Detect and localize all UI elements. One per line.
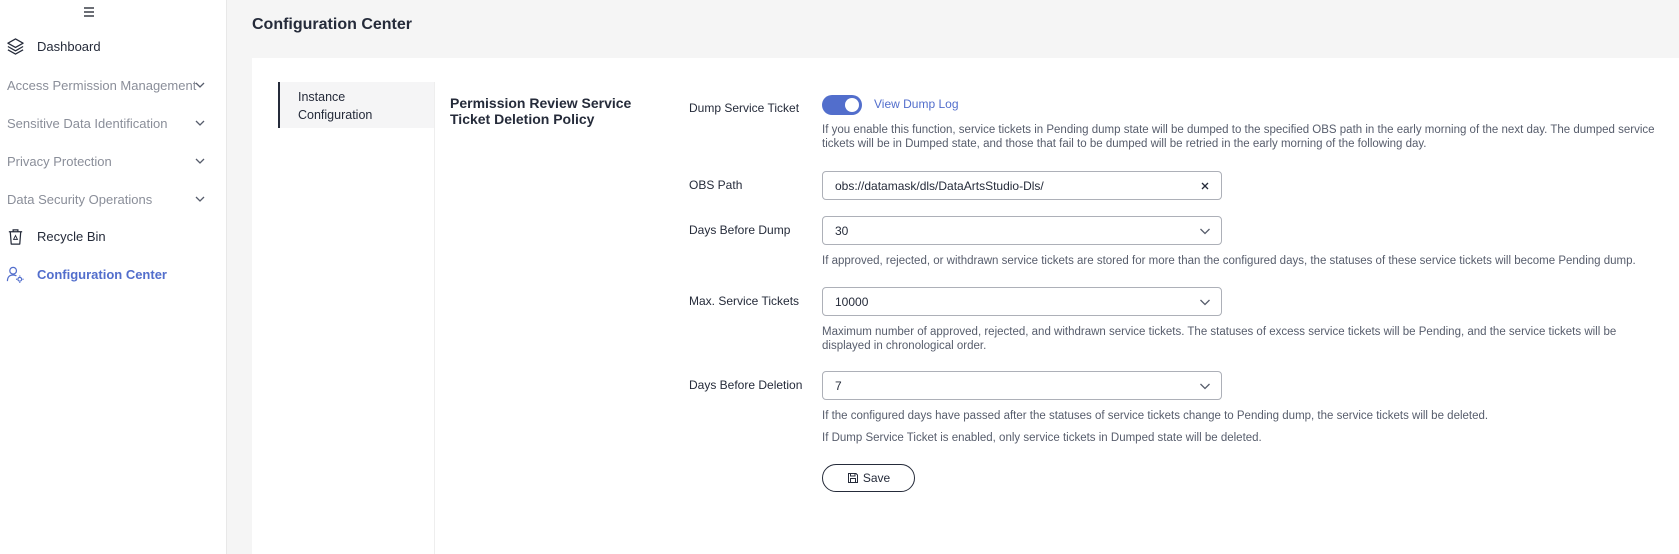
max-tickets-select[interactable]: 10000 (822, 287, 1222, 316)
recycle-bin-icon (8, 229, 23, 245)
sidebar-item-privacy-protection[interactable]: Privacy Protection (0, 146, 226, 176)
sidebar-item-label: Dashboard (37, 38, 101, 54)
days-before-deletion-help-dumped: If Dump Service Ticket is enabled, only … (822, 432, 1262, 444)
days-before-dump-help: If approved, rejected, or withdrawn serv… (822, 255, 1636, 267)
chevron-down-icon (195, 196, 205, 202)
divider (434, 82, 435, 554)
sidebar-item-label: Recycle Bin (37, 228, 106, 244)
sidebar-item-label: Data Security Operations (7, 191, 153, 207)
sub-nav-label: Instance Configuration (298, 90, 373, 122)
sidebar-item-label: Access Permission Management (7, 77, 197, 93)
section-title: Permission Review Service Ticket Deletio… (450, 95, 632, 127)
chevron-down-icon (1200, 383, 1210, 390)
max-tickets-label: Max. Service Tickets (689, 294, 800, 308)
page-title: Configuration Center (252, 16, 412, 33)
menu-collapse-icon[interactable] (83, 6, 97, 18)
sidebar-item-data-security-ops[interactable]: Data Security Operations (0, 184, 226, 214)
dump-ticket-label: Dump Service Ticket (689, 101, 800, 115)
config-center-icon (6, 266, 24, 284)
days-before-deletion-select[interactable]: 7 (822, 371, 1222, 400)
sidebar-item-sensitive-data[interactable]: Sensitive Data Identification (0, 108, 226, 138)
days-before-deletion-value: 7 (835, 379, 842, 393)
dump-ticket-toggle[interactable] (822, 95, 862, 115)
layers-icon (7, 38, 24, 55)
chevron-down-icon (1200, 228, 1210, 235)
sidebar-item-recycle-bin[interactable]: Recycle Bin (0, 221, 226, 251)
sidebar-item-label: Configuration Center (37, 266, 167, 282)
days-before-deletion-help: If the configured days have passed after… (822, 410, 1489, 422)
view-dump-log-link[interactable]: View Dump Log (874, 97, 959, 111)
days-before-dump-label: Days Before Dump (689, 223, 791, 237)
sidebar-item-label: Privacy Protection (7, 153, 112, 169)
days-before-dump-value: 30 (835, 224, 849, 238)
days-before-deletion-label: Days Before Deletion (689, 378, 803, 392)
sidebar-item-label: Sensitive Data Identification (7, 115, 168, 131)
chevron-down-icon (195, 120, 205, 126)
save-button[interactable]: Save (822, 464, 915, 492)
chevron-down-icon (195, 82, 205, 88)
obs-path-value: obs://datamask/dls/DataArtsStudio-Dls/ (835, 179, 1044, 193)
chevron-down-icon (1200, 299, 1210, 306)
save-button-label: Save (862, 471, 891, 485)
content-panel: Instance Configuration Permission Review… (252, 58, 1679, 554)
sub-nav-instance-configuration[interactable]: Instance Configuration (278, 82, 434, 128)
save-icon (847, 473, 858, 483)
sidebar: Dashboard Access Permission Management S… (0, 0, 227, 554)
sidebar-item-dashboard[interactable]: Dashboard (0, 31, 226, 61)
obs-path-input[interactable]: obs://datamask/dls/DataArtsStudio-Dls/ (822, 171, 1222, 200)
chevron-down-icon (195, 158, 205, 164)
days-before-dump-select[interactable]: 30 (822, 216, 1222, 245)
obs-path-label: OBS Path (689, 178, 743, 192)
max-tickets-help: Maximum number of approved, rejected, an… (822, 326, 1617, 352)
sidebar-item-access-permission[interactable]: Access Permission Management (0, 70, 226, 100)
sidebar-item-configuration-center[interactable]: Configuration Center (0, 259, 226, 289)
max-tickets-value: 10000 (835, 295, 869, 309)
dump-ticket-help: If you enable this function, service tic… (822, 124, 1655, 150)
clear-icon[interactable] (1199, 180, 1211, 192)
